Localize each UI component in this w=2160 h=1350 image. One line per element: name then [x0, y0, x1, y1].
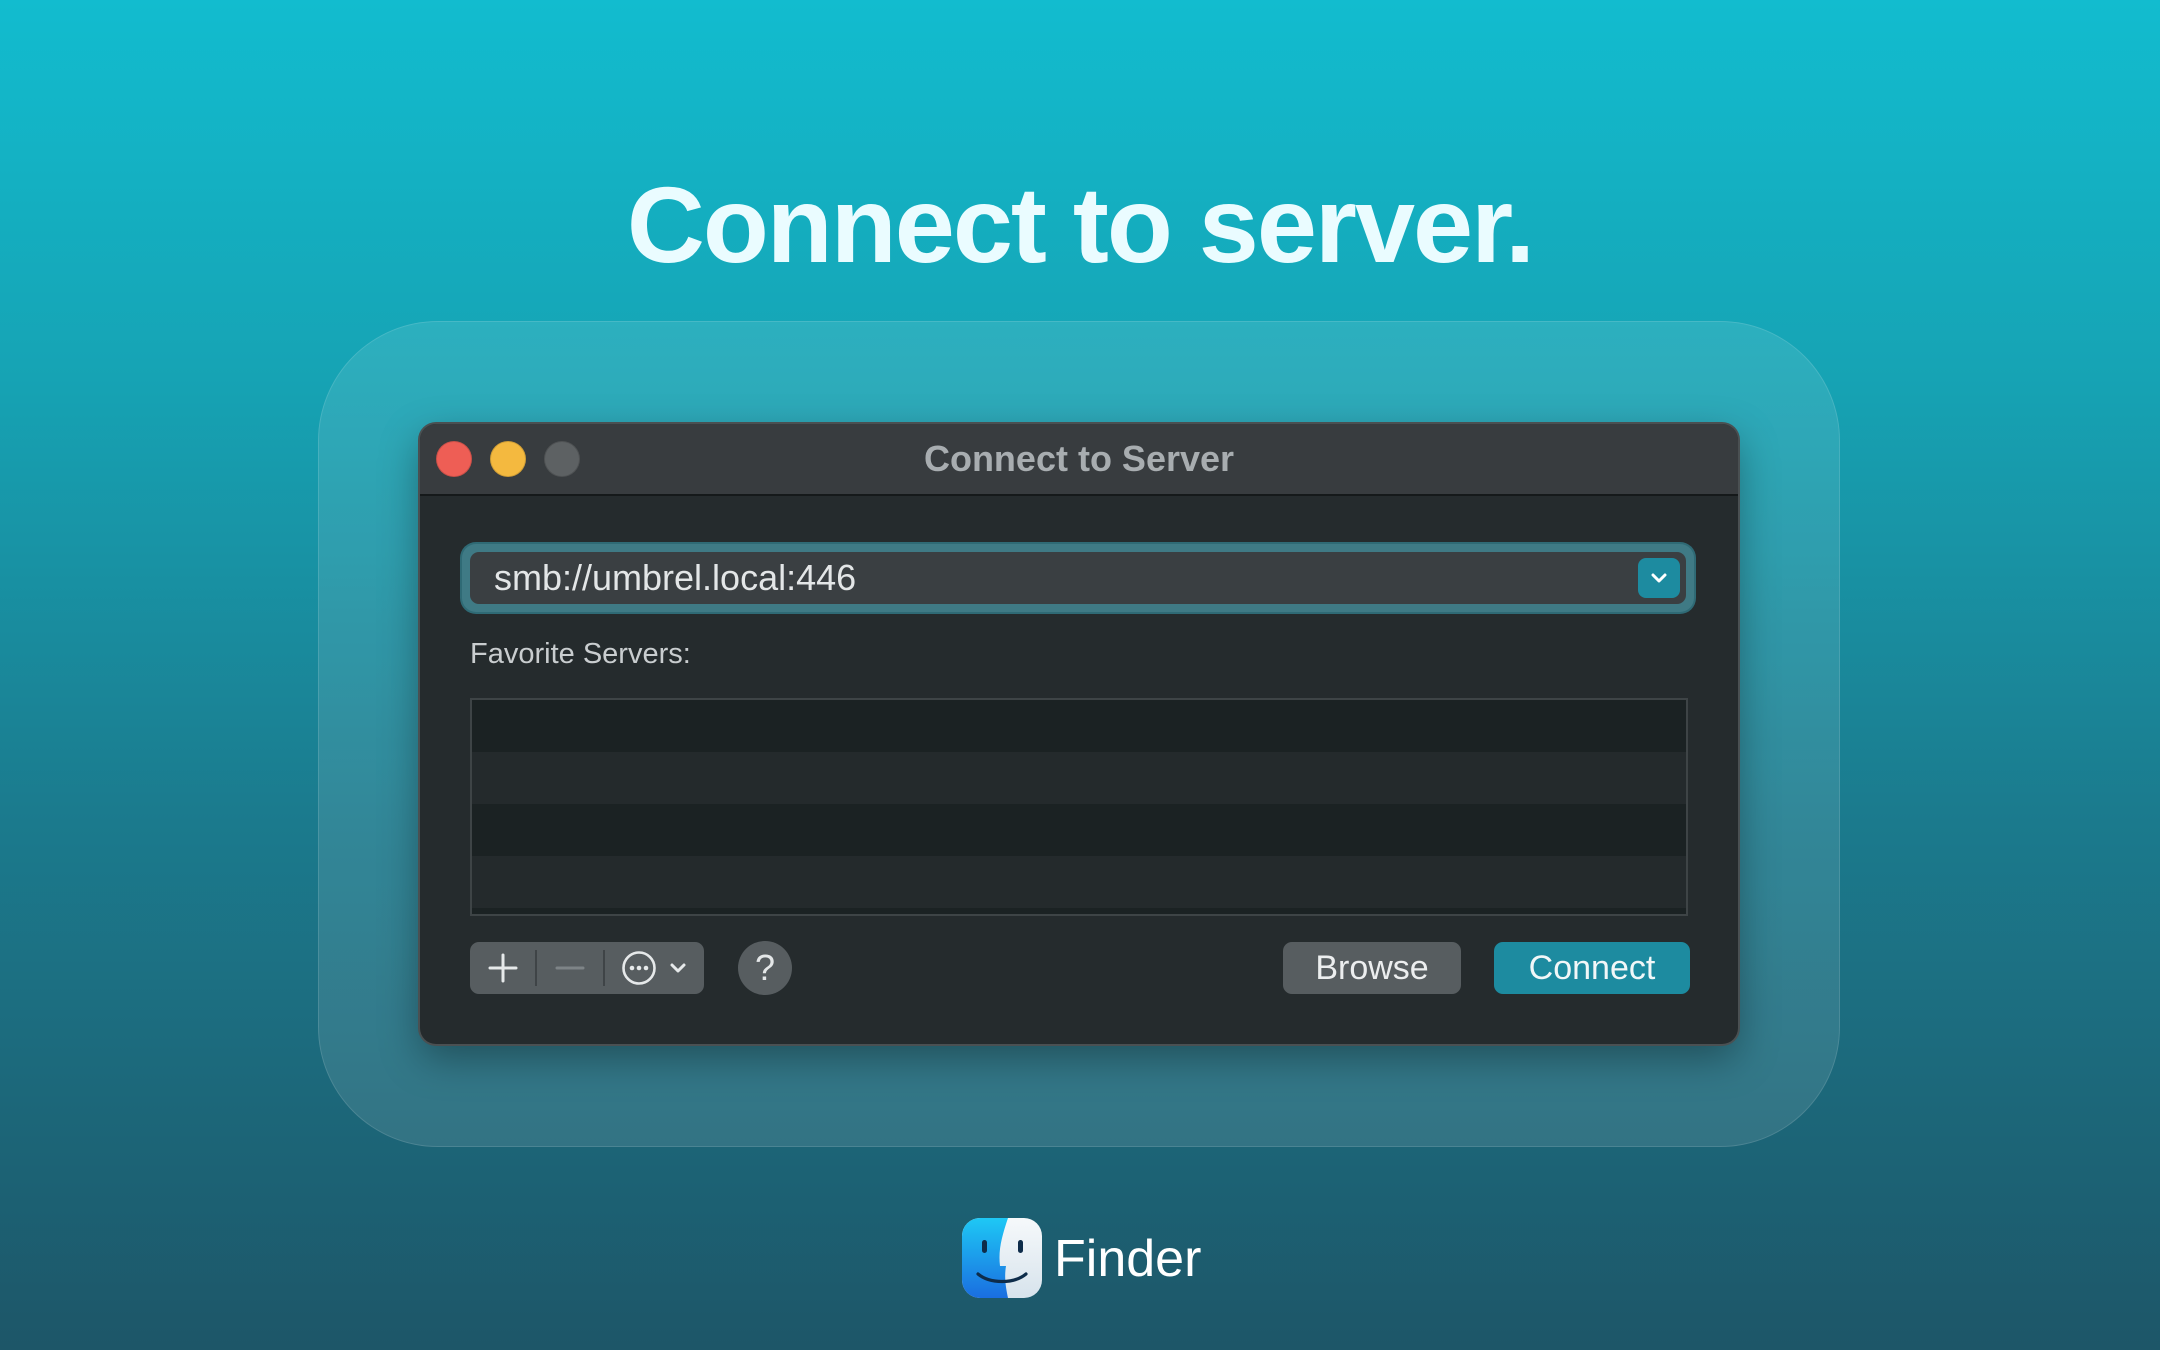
connect-to-server-window: Connect to Server smb://umbrel.local:446… — [420, 424, 1738, 1044]
list-row[interactable] — [472, 856, 1686, 908]
connect-button[interactable]: Connect — [1494, 942, 1690, 994]
favorites-segmented-control — [470, 942, 704, 994]
favorite-servers-label: Favorite Servers: — [470, 638, 691, 670]
help-button[interactable]: ? — [738, 941, 792, 995]
finder-icon — [962, 1218, 1042, 1298]
minus-icon — [555, 966, 585, 970]
chevron-down-icon — [1651, 573, 1667, 583]
remove-favorite-button[interactable] — [536, 942, 604, 994]
list-row[interactable] — [472, 700, 1686, 752]
list-row[interactable] — [472, 752, 1686, 804]
window-title: Connect to Server — [923, 438, 1235, 479]
app-name: Finder — [1054, 1230, 1202, 1288]
plus-icon — [488, 953, 518, 983]
add-favorite-button[interactable] — [470, 942, 536, 994]
ellipsis-circle-icon — [622, 951, 656, 985]
more-actions-menu-button[interactable] — [604, 942, 704, 994]
window-titlebar: Connect to Server — [420, 424, 1738, 496]
favorite-servers-list[interactable] — [470, 698, 1688, 916]
browse-button[interactable]: Browse — [1283, 942, 1461, 994]
list-row[interactable] — [472, 804, 1686, 856]
server-address-value[interactable]: smb://umbrel.local:446 — [494, 552, 856, 604]
server-address-focus-ring: smb://umbrel.local:446 — [462, 544, 1694, 612]
chevron-down-icon — [670, 963, 686, 973]
hero-title: Connect to server. — [626, 164, 1535, 285]
recent-servers-dropdown-button[interactable] — [1638, 558, 1680, 598]
server-address-field[interactable]: smb://umbrel.local:446 — [470, 552, 1686, 604]
